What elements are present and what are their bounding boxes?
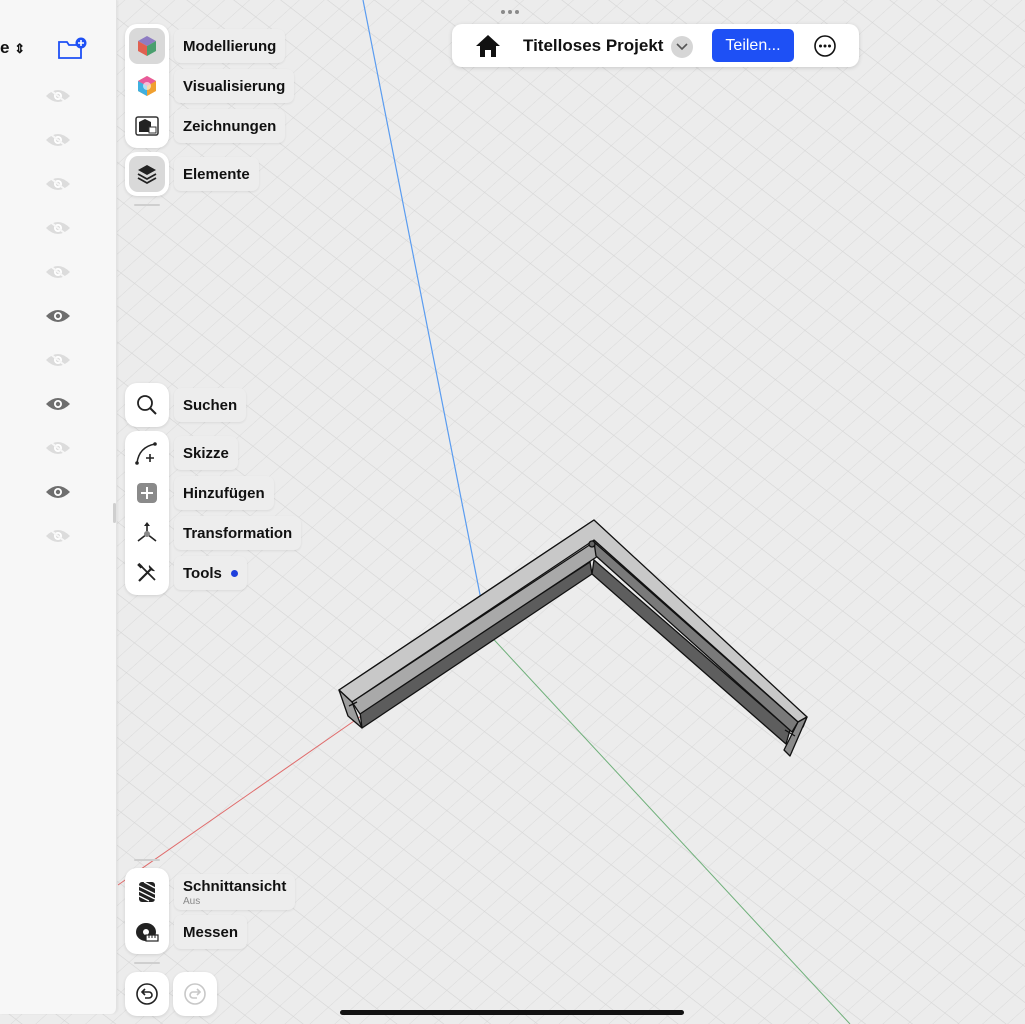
tools-toolbar xyxy=(125,431,169,595)
view-tools-toolbar xyxy=(125,868,169,954)
modeling-label[interactable]: Modellierung xyxy=(174,29,286,63)
home-indicator xyxy=(340,1010,684,1015)
redo-icon xyxy=(184,983,206,1005)
add-icon xyxy=(137,483,157,503)
elements-toolbar xyxy=(125,152,169,196)
elements-button[interactable] xyxy=(129,156,165,192)
multitasking-grip[interactable] xyxy=(501,10,519,14)
add-button[interactable] xyxy=(127,473,167,513)
sketch-label[interactable]: Skizze xyxy=(174,436,238,470)
section-view-title: Schnittansicht xyxy=(183,877,287,895)
eye-icon[interactable] xyxy=(44,306,72,326)
section-view-label[interactable]: Schnittansicht Aus xyxy=(174,874,296,910)
drawings-label[interactable]: Zeichnungen xyxy=(174,109,286,143)
eye-hidden-icon[interactable] xyxy=(44,174,72,194)
section-view-button[interactable] xyxy=(127,872,167,912)
new-folder-button[interactable] xyxy=(57,36,87,62)
tools-button[interactable] xyxy=(127,553,167,593)
tools-icon xyxy=(137,562,156,582)
modeling-button[interactable] xyxy=(129,28,165,64)
measure-label[interactable]: Messen xyxy=(174,915,248,949)
visualization-icon xyxy=(138,76,156,96)
toolbar-separator xyxy=(134,859,160,861)
toolbar-separator xyxy=(134,204,160,206)
redo-button[interactable] xyxy=(173,972,217,1016)
elements-sidebar: e ⇕ xyxy=(0,0,117,1014)
eye-hidden-icon[interactable] xyxy=(44,218,72,238)
transform-button[interactable] xyxy=(127,513,167,553)
section-view-status: Aus xyxy=(183,895,201,907)
tape-measure-icon xyxy=(136,923,159,942)
tools-label-text: Tools xyxy=(183,564,222,582)
sketch-button[interactable] xyxy=(127,433,167,473)
visualization-label[interactable]: Visualisierung xyxy=(174,69,295,103)
project-bar: Titelloses Projekt Teilen... xyxy=(452,24,859,67)
sidebar-resize-handle[interactable] xyxy=(113,503,116,523)
modeling-cube-icon xyxy=(138,36,156,56)
more-button[interactable] xyxy=(814,35,836,57)
eye-hidden-icon[interactable] xyxy=(44,526,72,546)
transform-icon xyxy=(137,522,157,542)
eye-icon[interactable] xyxy=(44,394,72,414)
eye-icon[interactable] xyxy=(44,482,72,502)
visualization-button[interactable] xyxy=(127,66,167,106)
sketch-icon xyxy=(135,442,157,465)
transform-label[interactable]: Transformation xyxy=(174,516,302,550)
eye-hidden-icon[interactable] xyxy=(44,130,72,150)
project-title[interactable]: Titelloses Projekt xyxy=(523,36,663,56)
undo-icon xyxy=(136,983,158,1005)
eye-hidden-icon[interactable] xyxy=(44,350,72,370)
add-label[interactable]: Hinzufügen xyxy=(174,476,274,510)
eye-hidden-icon[interactable] xyxy=(44,86,72,106)
notification-dot xyxy=(230,569,238,577)
tools-label[interactable]: Tools xyxy=(174,556,247,590)
section-view-icon xyxy=(138,881,156,902)
share-button[interactable]: Teilen... xyxy=(712,29,794,62)
home-icon xyxy=(476,35,500,57)
sidebar-title[interactable]: e ⇕ xyxy=(0,38,25,58)
drawings-icon xyxy=(135,116,159,136)
chevron-updown-icon: ⇕ xyxy=(14,41,26,56)
search-label[interactable]: Suchen xyxy=(174,388,247,422)
measure-button[interactable] xyxy=(127,912,167,952)
workspace-toolbar xyxy=(125,24,169,148)
search-button[interactable] xyxy=(127,385,167,425)
elements-label[interactable]: Elemente xyxy=(174,157,259,191)
project-dropdown-button[interactable] xyxy=(671,36,693,58)
more-icon xyxy=(814,35,836,57)
layers-icon xyxy=(137,165,157,185)
sidebar-title-text: e xyxy=(0,38,10,57)
search-toolbar xyxy=(125,383,169,427)
undo-button[interactable] xyxy=(125,972,169,1016)
eye-hidden-icon[interactable] xyxy=(44,262,72,282)
eye-hidden-icon[interactable] xyxy=(44,438,72,458)
new-folder-icon xyxy=(58,37,87,59)
chevron-down-icon xyxy=(676,43,688,51)
drawings-button[interactable] xyxy=(127,106,167,146)
search-icon xyxy=(137,395,157,415)
home-button[interactable] xyxy=(474,33,502,59)
toolbar-separator xyxy=(134,962,160,964)
